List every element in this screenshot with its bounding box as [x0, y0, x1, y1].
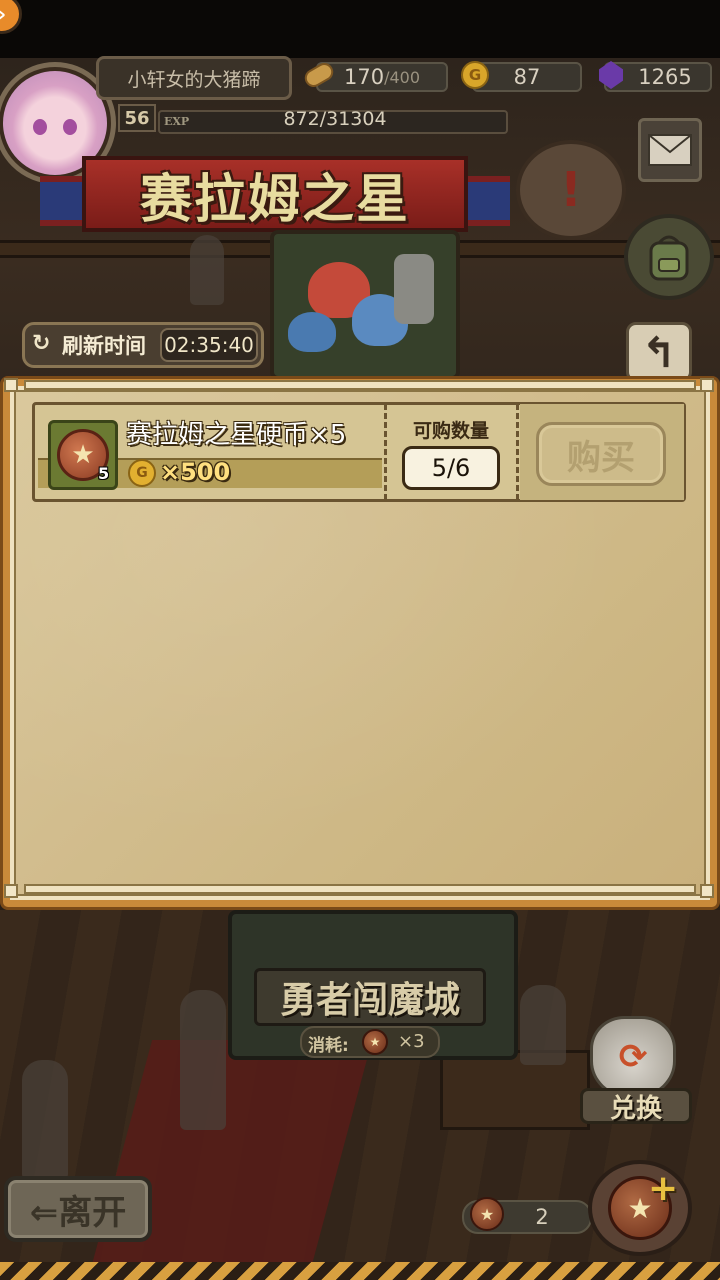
background-npc [22, 1060, 68, 1180]
envelope-icon [648, 134, 692, 166]
gold-coin-icon: G [458, 58, 492, 92]
player-name: 小轩女的大猪蹄 [96, 56, 292, 100]
stamina-value: 170 [343, 65, 385, 89]
star-coin-count: 2 [535, 1205, 549, 1229]
event-title: 赛拉姆之星 [139, 169, 410, 230]
exp-value: 872/31304 [283, 108, 387, 130]
top-status-bar [0, 0, 720, 58]
cost-quantity: ×3 [398, 1031, 425, 1052]
leave-button[interactable]: ⇐离开 [4, 1176, 152, 1242]
star-coin-icon: ★ [362, 1029, 388, 1055]
item-price: ×500 [160, 458, 231, 486]
quest-scroll-button[interactable]: ! [516, 140, 626, 240]
exchange-label: 兑换 [580, 1088, 692, 1124]
background-table [440, 1050, 590, 1130]
panel-corner [700, 378, 714, 392]
gold-coin-icon: G [128, 459, 156, 487]
plus-icon: + [648, 1168, 679, 1209]
refresh-icon: ↻ [32, 331, 51, 356]
background-npc [520, 985, 566, 1065]
bread-icon [301, 58, 337, 92]
panel-top-edge [24, 380, 696, 390]
exclamation-icon: ! [560, 162, 582, 218]
dungeon-title[interactable]: 勇者闯魔城 [254, 968, 486, 1026]
panel-corner [700, 884, 714, 898]
cost-label: 消耗: [308, 1036, 349, 1056]
star-coin-icon: ★ [470, 1197, 504, 1231]
exchange-button[interactable]: ⟳ 兑换 [576, 1010, 696, 1124]
backpack-button[interactable] [624, 214, 714, 300]
panel-bottom-edge [24, 884, 696, 894]
panel-corner [4, 884, 18, 898]
exchange-bag-icon: ⟳ [590, 1016, 676, 1098]
item-name: 赛拉姆之星硬币×5 [126, 420, 347, 450]
gem-icon [594, 58, 628, 92]
bottom-border-decoration [0, 1262, 720, 1280]
stamina-max: /400 [384, 67, 421, 87]
refresh-label: 刷新时间 [62, 334, 146, 358]
purchasable-qty-label: 可购数量 [412, 420, 489, 442]
mail-button[interactable] [638, 118, 702, 182]
return-arrow-icon: ↰ [641, 327, 677, 377]
backpack-icon [649, 235, 689, 281]
refresh-countdown: 02:35:40 [160, 328, 258, 362]
item-count-badge: 5 [98, 464, 110, 483]
buy-button[interactable]: 购买 [536, 422, 666, 486]
gold-value: 87 [513, 65, 541, 89]
background-npc [180, 990, 226, 1130]
gem-value: 1265 [638, 65, 692, 89]
slime-event-board[interactable] [270, 230, 460, 380]
player-level: 56 [118, 104, 156, 132]
background-npc [190, 235, 224, 305]
panel-corner [4, 378, 18, 392]
purchasable-qty: 5/6 [402, 446, 500, 490]
event-banner: 赛拉姆之星 [40, 150, 510, 236]
back-button[interactable]: ↰ [626, 322, 692, 382]
